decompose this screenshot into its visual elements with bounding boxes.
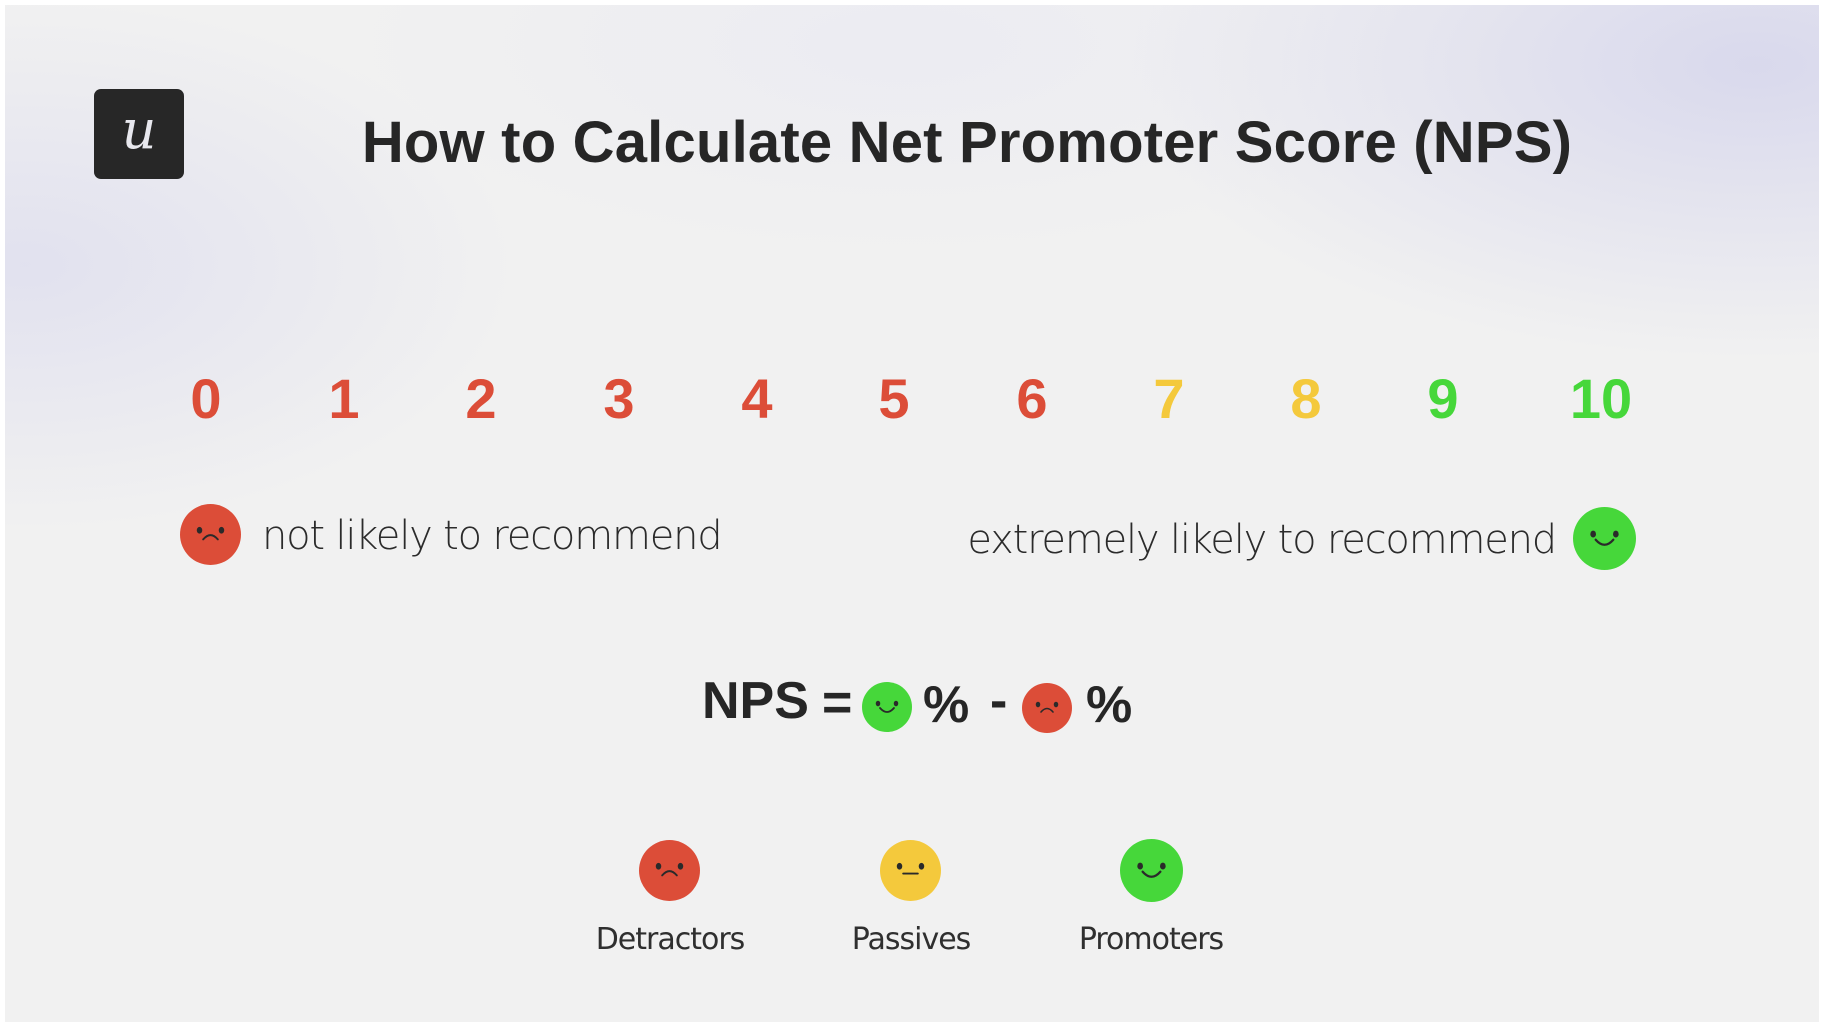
formula-percent-promoters: % — [923, 676, 970, 734]
formula-equals: = — [822, 674, 853, 732]
happy-face-icon — [1573, 507, 1636, 570]
high-end-label: extremely likely to recommend — [967, 517, 1557, 563]
legend-passives: Passives — [851, 922, 972, 957]
legend-detractors: Detractors — [595, 922, 746, 957]
low-end-label: not likely to recommend — [262, 513, 723, 559]
score-5: 5 — [878, 367, 910, 430]
score-4: 4 — [741, 367, 773, 430]
score-2: 2 — [465, 367, 497, 430]
formula-nps: NPS — [702, 672, 809, 730]
score-0: 0 — [190, 367, 222, 430]
formula-minus: - — [990, 672, 1008, 730]
score-3: 3 — [603, 367, 635, 430]
nps-formula: NPS = % - % — [5, 673, 1824, 743]
score-6: 6 — [1016, 367, 1048, 430]
promoters-face-icon — [1120, 839, 1183, 902]
passives-face-icon — [880, 840, 941, 901]
promoter-face-icon — [862, 682, 912, 732]
legend-promoters: Promoters — [1078, 922, 1224, 957]
page-title: How to Calculate Net Promoter Score (NPS… — [361, 110, 1573, 175]
score-7: 7 — [1153, 367, 1185, 430]
formula-percent-detractors: % — [1086, 676, 1133, 734]
score-1: 1 — [328, 367, 360, 430]
detractors-face-icon — [639, 840, 700, 901]
detractor-face-icon — [1022, 683, 1072, 733]
score-10: 10 — [1569, 367, 1633, 430]
slide: u How to Calculate Net Promoter Score (N… — [5, 5, 1819, 1022]
score-9: 9 — [1427, 367, 1459, 430]
score-8: 8 — [1290, 367, 1322, 430]
sad-face-icon — [180, 504, 241, 565]
